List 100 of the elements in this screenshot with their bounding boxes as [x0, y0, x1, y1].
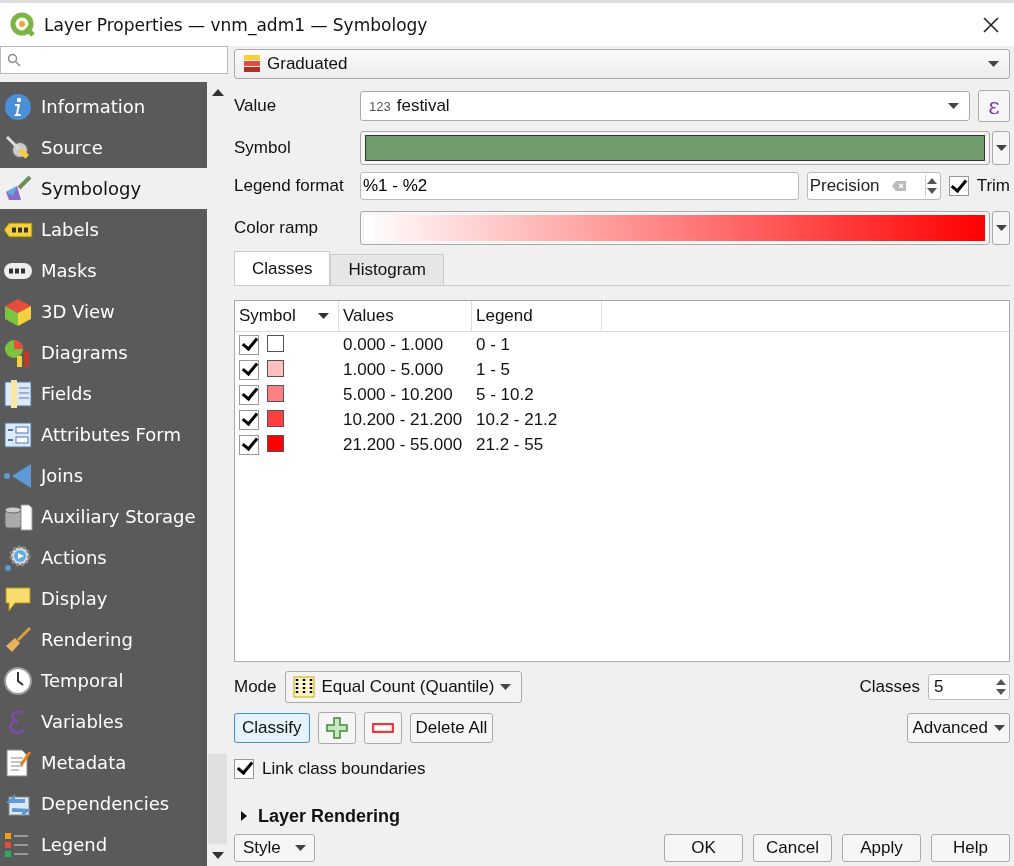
dialog-button[interactable]: OK: [664, 834, 743, 862]
symbol-menu-button[interactable]: [992, 131, 1010, 165]
checkbox[interactable]: [239, 434, 259, 455]
close-icon[interactable]: [982, 15, 1000, 34]
caret-icon: [500, 683, 512, 690]
checkbox[interactable]: [239, 359, 259, 380]
field-label: Classes: [859, 676, 920, 697]
sidebar-item[interactable]: Diagrams: [0, 332, 207, 373]
plus-icon: [325, 716, 348, 739]
checkbox[interactable]: [239, 384, 259, 405]
table-cell-text: 21.2 - 55: [475, 434, 545, 455]
remove-class-button[interactable]: [363, 711, 402, 744]
layer-rendering-toggle[interactable]: Layer Rendering: [234, 803, 405, 829]
delete-all-button[interactable]: Delete All: [409, 712, 494, 743]
sidebar-item[interactable]: Masks: [0, 250, 207, 291]
table-cell-text: 21.200 - 55.000: [342, 434, 464, 455]
window-title: Layer Properties — vnm_adm1 — Symbology: [44, 14, 429, 35]
field-label: Mode: [234, 676, 277, 697]
graduated-bars-icon: [243, 54, 261, 74]
dialog-button[interactable]: Apply: [842, 834, 921, 862]
checkbox[interactable]: [234, 758, 254, 779]
scroll-down-icon[interactable]: [211, 852, 224, 860]
field-label: Legend format: [234, 176, 345, 196]
caret-icon: [948, 103, 959, 109]
advanced-button[interactable]: Advanced: [907, 712, 1010, 743]
expression-button[interactable]: ε: [978, 90, 1010, 122]
scrollbar-thumb[interactable]: [208, 754, 227, 844]
table-cell-text: 1 - 5: [475, 359, 512, 380]
table-cell-text: 0.000 - 1.000: [342, 334, 445, 355]
clock-icon: [3, 665, 33, 696]
sidebar-item[interactable]: Auxiliary Storage: [0, 496, 207, 537]
search-icon: [7, 53, 21, 67]
color-swatch[interactable]: [267, 434, 284, 452]
column-header[interactable]: Legend: [472, 301, 602, 331]
color-swatch[interactable]: [267, 409, 284, 427]
sidebar-item[interactable]: Rendering: [0, 619, 207, 660]
scroll-up-icon[interactable]: [211, 88, 224, 96]
color-ramp-button[interactable]: [360, 211, 990, 245]
sidebar-item[interactable]: Metadata: [0, 742, 207, 783]
caret-icon: [294, 845, 306, 851]
color-ramp-menu-button[interactable]: [992, 211, 1010, 245]
classes-spinbox[interactable]: 5: [928, 673, 1010, 700]
column-header[interactable]: Symbol: [235, 301, 339, 331]
color-swatch[interactable]: [267, 359, 284, 377]
column-header[interactable]: Values: [339, 301, 472, 331]
expand-arrow-icon: [240, 810, 248, 822]
legend-format-input[interactable]: %1 - %2: [360, 172, 799, 200]
checkbox[interactable]: [239, 334, 259, 355]
tab[interactable]: Histogram: [330, 254, 444, 285]
sidebar-item[interactable]: Source: [0, 127, 207, 168]
table-fields-icon: [3, 378, 33, 409]
sidebar-item[interactable]: Actions: [0, 537, 207, 578]
minus-icon: [371, 722, 394, 733]
dialog-button[interactable]: Help: [931, 834, 1010, 862]
caret-icon: [994, 724, 1005, 731]
renderer-dropdown[interactable]: Graduated: [234, 49, 1010, 79]
checkbox-label: Link class boundaries: [262, 758, 426, 779]
add-class-button[interactable]: [317, 711, 356, 744]
form-icon: [3, 419, 33, 450]
cube-icon: [3, 296, 33, 327]
field-label: Color ramp: [234, 218, 320, 238]
color-swatch[interactable]: [267, 384, 284, 402]
sidebar-item[interactable]: Information: [0, 86, 207, 127]
caret-icon: [995, 225, 1007, 231]
symbol-button[interactable]: [360, 131, 990, 165]
spin-arrows-icon[interactable]: [924, 175, 938, 197]
checkbox-label: Trim: [976, 176, 1010, 196]
table-cell-text: 10.200 - 21.200: [342, 409, 464, 430]
field-dropdown[interactable]: 123 festival: [360, 91, 970, 121]
table-cell-text: 5.000 - 10.200: [342, 384, 454, 405]
search-field[interactable]: [0, 46, 228, 74]
checkbox[interactable]: [239, 409, 259, 430]
tab[interactable]: Classes: [234, 251, 331, 285]
caret-icon: [995, 145, 1007, 151]
document-pencil-icon: [3, 747, 33, 778]
table-cell-text: 1.000 - 5.000: [342, 359, 445, 380]
sidebar-item[interactable]: Joins: [0, 455, 207, 496]
quantile-icon: [291, 675, 316, 698]
mode-dropdown[interactable]: Equal Count (Quantile): [284, 670, 523, 703]
precision-spinbox[interactable]: Precision: [806, 172, 941, 200]
sidebar-item[interactable]: Temporal: [0, 660, 207, 701]
sidebar-item[interactable]: Legend: [0, 824, 207, 865]
sidebar-item[interactable]: Dependencies: [0, 783, 207, 824]
caret-icon: [988, 61, 999, 67]
classify-button[interactable]: Classify: [234, 712, 310, 743]
color-swatch[interactable]: [267, 334, 284, 352]
app-logo-icon: [10, 11, 36, 38]
checkbox[interactable]: [948, 176, 969, 196]
style-button[interactable]: Style: [234, 834, 315, 862]
dialog-button[interactable]: Cancel: [753, 834, 832, 862]
sidebar-item[interactable]: Symbology: [0, 168, 207, 209]
sidebar-item[interactable]: Labels: [0, 209, 207, 250]
sidebar-item[interactable]: Fields: [0, 373, 207, 414]
sidebar-item[interactable]: Display: [0, 578, 207, 619]
sort-caret-icon: [317, 313, 329, 319]
table-cell-text: 10.2 - 21.2: [475, 409, 559, 430]
field-label: Value: [234, 96, 278, 116]
sidebar-item[interactable]: Attributes Form: [0, 414, 207, 455]
sidebar-item[interactable]: 3D View: [0, 291, 207, 332]
sidebar-item[interactable]: Variables: [0, 701, 207, 742]
